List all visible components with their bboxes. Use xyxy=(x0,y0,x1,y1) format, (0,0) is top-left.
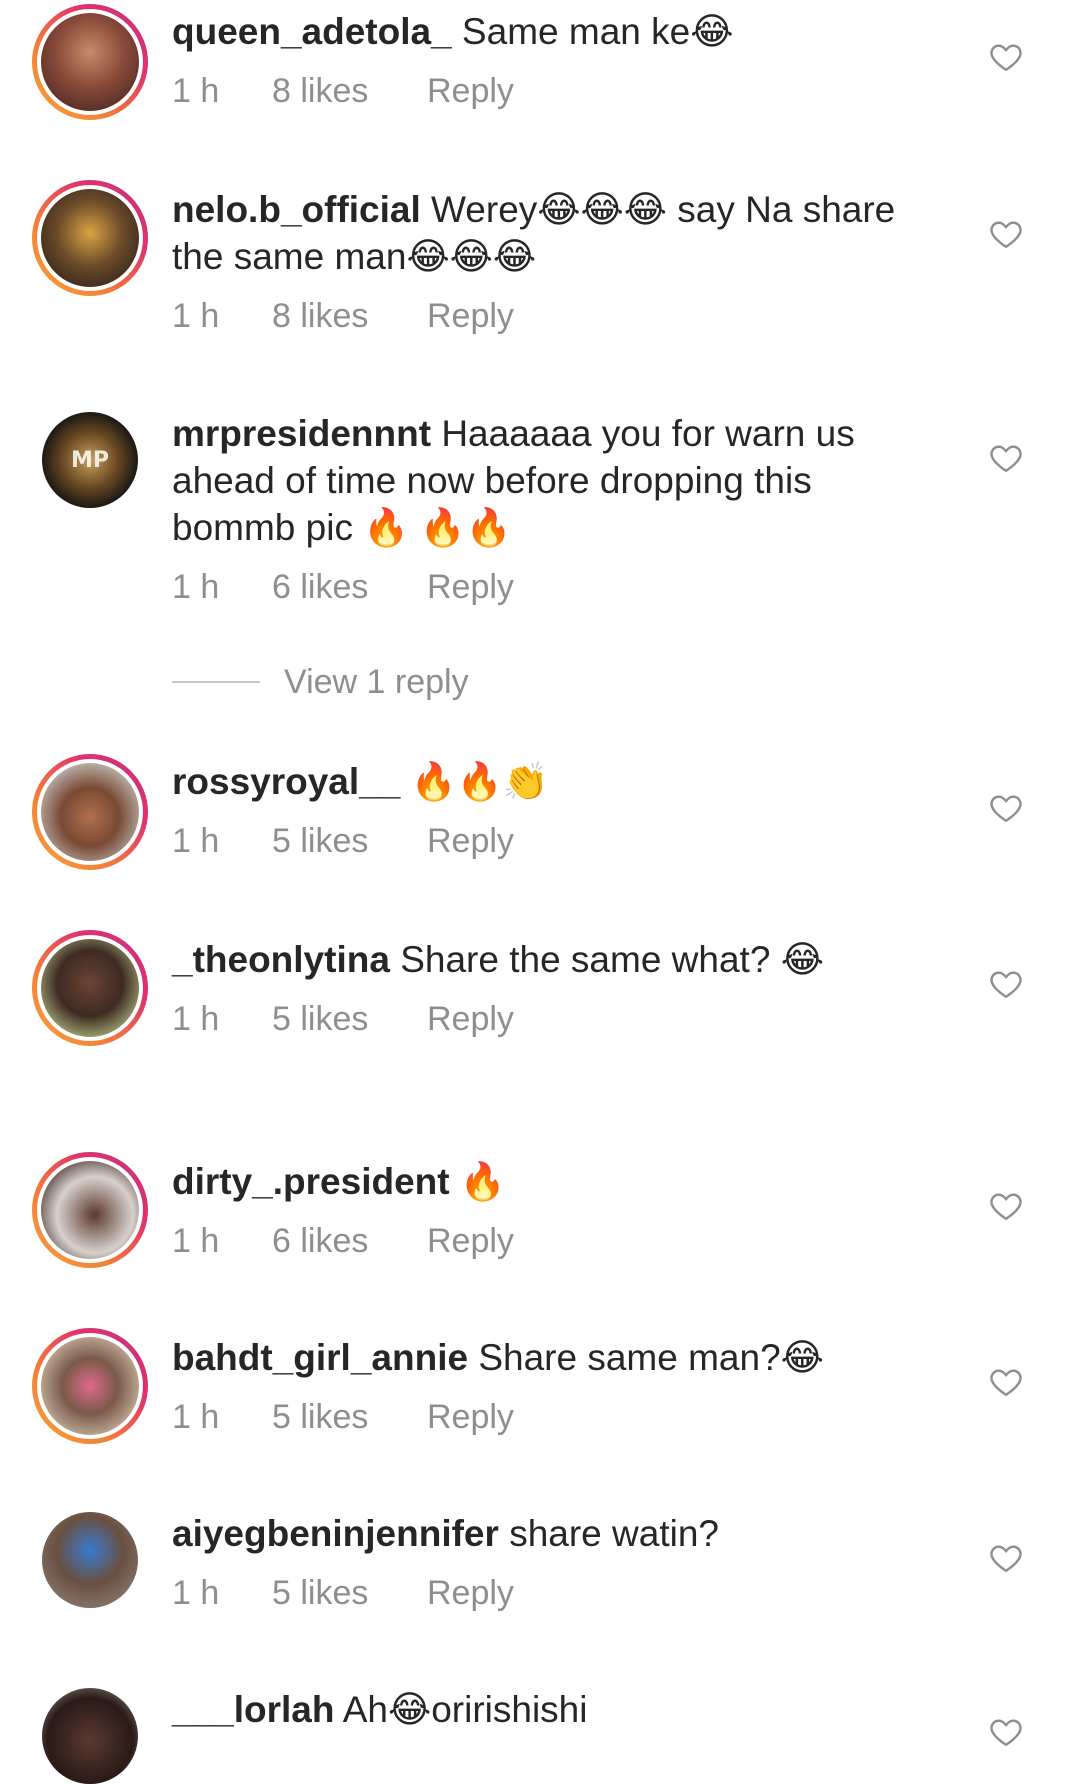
comment-body: 🔥 xyxy=(449,1161,506,1202)
heart-icon[interactable] xyxy=(988,966,1024,1002)
comment-body: Same man ke😂 xyxy=(451,11,734,52)
heart-icon[interactable] xyxy=(988,39,1024,75)
comment-text: mrpresidennnt Haaaaaa you for warn us ah… xyxy=(172,410,942,551)
likes-count[interactable]: 5 likes xyxy=(272,1571,427,1615)
username[interactable]: dirty_.president xyxy=(172,1161,450,1202)
avatar xyxy=(41,189,139,287)
timestamp: 1 h xyxy=(172,297,220,335)
reply-button[interactable]: Reply xyxy=(427,819,514,863)
heart-icon[interactable] xyxy=(988,1188,1024,1224)
comment-body: Share same man?😂 xyxy=(468,1337,824,1378)
view-replies-button[interactable]: View 1 reply xyxy=(172,660,469,704)
avatar xyxy=(41,1161,139,1259)
comment-body: Ah😂oririshishi xyxy=(334,1689,588,1730)
heart-icon[interactable] xyxy=(988,1540,1024,1576)
avatar-story-ring[interactable] xyxy=(32,180,148,296)
avatar: MP xyxy=(42,412,138,508)
comment-meta: 1 h 6 likes Reply xyxy=(172,565,942,609)
heart-icon[interactable] xyxy=(988,216,1024,252)
comment-body: share watin? xyxy=(498,1513,719,1554)
heart-icon[interactable] xyxy=(988,1714,1024,1750)
timestamp: 1 h xyxy=(172,1574,220,1612)
avatar-story-ring[interactable] xyxy=(32,1328,148,1444)
likes-count[interactable]: 6 likes xyxy=(272,565,427,609)
username[interactable]: _theonlytina xyxy=(172,939,390,980)
comment-meta: 1 h 5 likes Reply xyxy=(172,1571,942,1615)
timestamp: 1 h xyxy=(172,1222,220,1260)
avatar xyxy=(41,939,139,1037)
comment-text: _theonlytina Share the same what? 😂 xyxy=(172,936,942,983)
heart-icon[interactable] xyxy=(988,790,1024,826)
timestamp: 1 h xyxy=(172,568,220,606)
timestamp: 1 h xyxy=(172,1398,220,1436)
avatar xyxy=(41,13,139,111)
comment-text: bahdt_girl_annie Share same man?😂 xyxy=(172,1334,942,1381)
reply-button[interactable]: Reply xyxy=(427,1395,514,1439)
timestamp: 1 h xyxy=(172,1000,220,1038)
username[interactable]: aiyegbeninjennifer xyxy=(172,1513,499,1554)
avatar-story-ring[interactable] xyxy=(32,754,148,870)
reply-button[interactable]: Reply xyxy=(427,565,514,609)
comment-meta: 1 h 5 likes Reply xyxy=(172,997,942,1041)
comment-meta: 1 h 5 likes Reply xyxy=(172,1395,942,1439)
reply-thread-line xyxy=(172,681,260,683)
avatar-story-ring[interactable] xyxy=(32,1152,148,1268)
likes-count[interactable]: 5 likes xyxy=(272,1395,427,1439)
username[interactable]: rossyroyal__ xyxy=(172,761,400,802)
view-replies-label[interactable]: View 1 reply xyxy=(284,663,469,702)
avatar-frame[interactable]: MP xyxy=(42,412,138,508)
avatar-frame[interactable] xyxy=(42,1688,138,1784)
avatar-story-ring[interactable] xyxy=(32,930,148,1046)
comment-text: nelo.b_official Werey😂😂😂 say Na share th… xyxy=(172,186,942,280)
reply-button[interactable]: Reply xyxy=(427,1219,514,1263)
comment-text: rossyroyal__ 🔥🔥👏 xyxy=(172,758,942,805)
reply-button[interactable]: Reply xyxy=(427,294,514,338)
avatar xyxy=(42,1688,138,1784)
comment-body: Share the same what? 😂 xyxy=(389,939,824,980)
comment-meta: 1 h 6 likes Reply xyxy=(172,1219,942,1263)
username[interactable]: bahdt_girl_annie xyxy=(172,1337,468,1378)
reply-button[interactable]: Reply xyxy=(427,1571,514,1615)
comment-body: 🔥🔥👏 xyxy=(400,761,549,802)
heart-icon[interactable] xyxy=(988,1364,1024,1400)
username[interactable]: ___lorlah xyxy=(172,1689,334,1730)
comment-text: dirty_.president 🔥 xyxy=(172,1158,942,1205)
reply-button[interactable]: Reply xyxy=(427,69,514,113)
avatar xyxy=(41,763,139,861)
likes-count[interactable]: 8 likes xyxy=(272,69,427,113)
avatar xyxy=(41,1337,139,1435)
username[interactable]: nelo.b_official xyxy=(172,189,421,230)
comment-text: aiyegbeninjennifer share watin? xyxy=(172,1510,942,1557)
comment-meta: 1 h 8 likes Reply xyxy=(172,294,942,338)
heart-icon[interactable] xyxy=(988,440,1024,476)
avatar-story-ring[interactable] xyxy=(32,4,148,120)
likes-count[interactable]: 5 likes xyxy=(272,819,427,863)
comment-text: ___lorlah Ah😂oririshishi xyxy=(172,1686,942,1733)
likes-count[interactable]: 6 likes xyxy=(272,1219,427,1263)
username[interactable]: queen_adetola_ xyxy=(172,11,452,52)
comment-text: queen_adetola_ Same man ke😂 xyxy=(172,8,942,55)
comment-meta: 1 h 5 likes Reply xyxy=(172,819,942,863)
likes-count[interactable]: 8 likes xyxy=(272,294,427,338)
username[interactable]: mrpresidennnt xyxy=(172,413,431,454)
timestamp: 1 h xyxy=(172,72,220,110)
avatar xyxy=(42,1512,138,1608)
timestamp: 1 h xyxy=(172,822,220,860)
likes-count[interactable]: 5 likes xyxy=(272,997,427,1041)
reply-button[interactable]: Reply xyxy=(427,997,514,1041)
avatar-frame[interactable] xyxy=(42,1512,138,1608)
comment-meta: 1 h 8 likes Reply xyxy=(172,69,942,113)
